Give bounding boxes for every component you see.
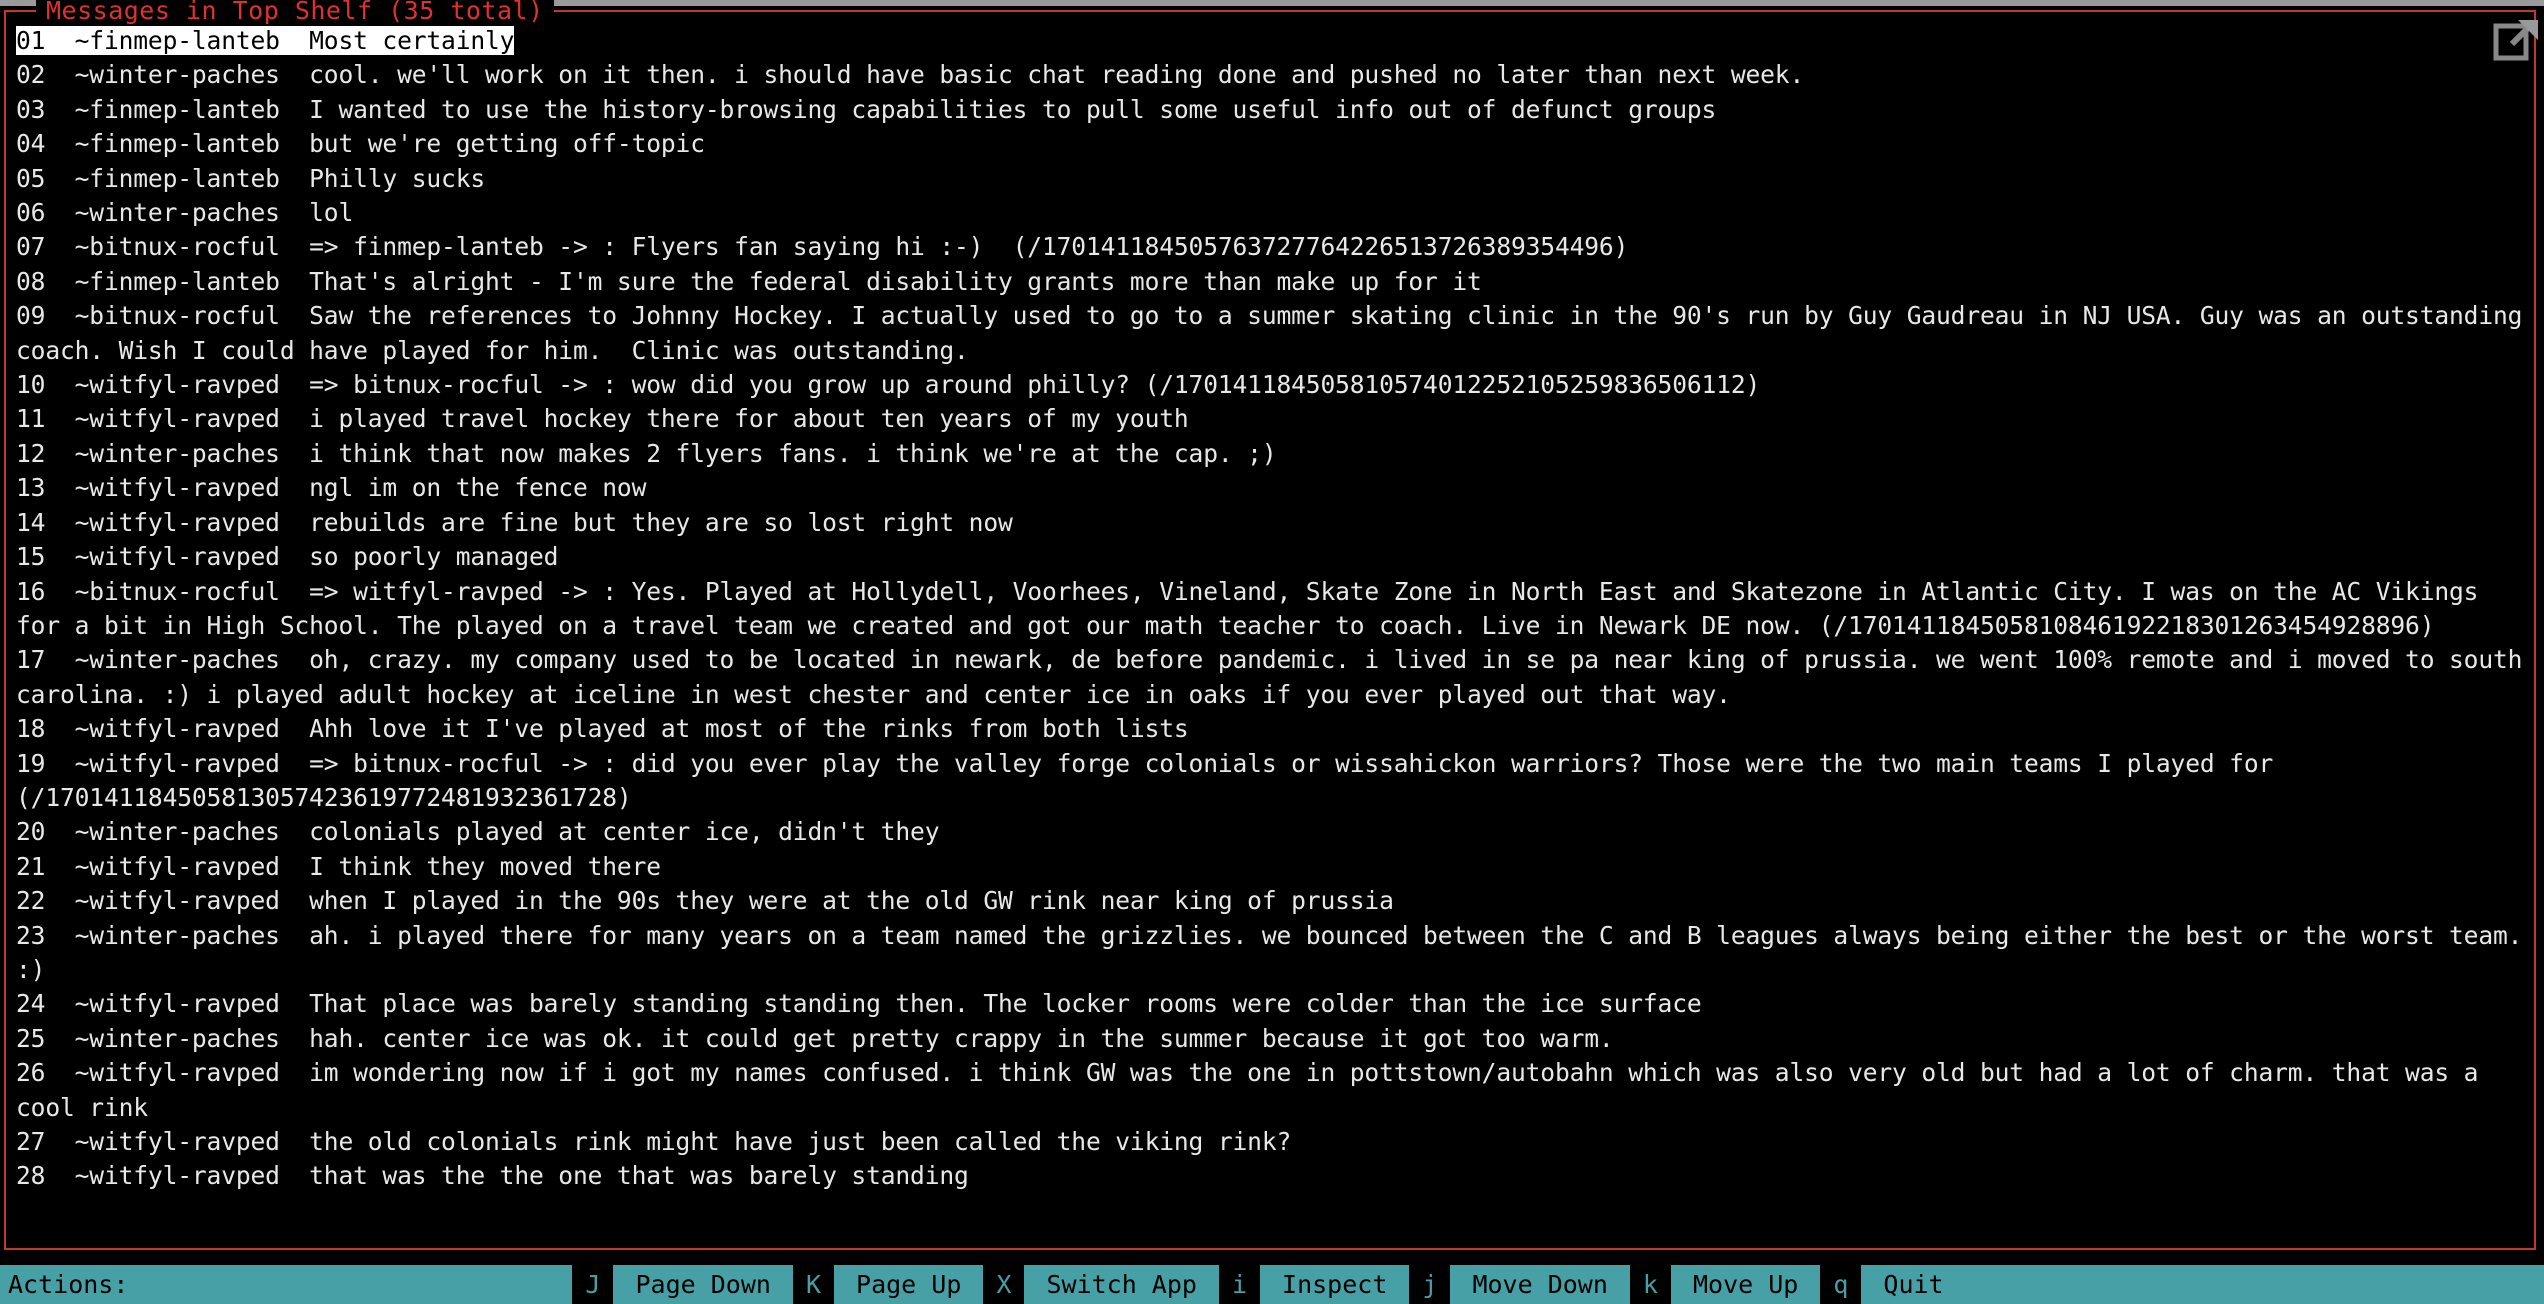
message-row[interactable]: 21 ~witfyl-ravped I think they moved the… [16, 850, 2526, 884]
message-row-content: 28 ~witfyl-ravped that was the the one t… [16, 1161, 969, 1191]
message-row[interactable]: 01 ~finmep-lanteb Most certainly [16, 24, 2526, 58]
action-label[interactable]: Page Up [834, 1265, 983, 1304]
message-row-content: 08 ~finmep-lanteb That's alright - I'm s… [16, 266, 1482, 296]
action-bar-spacer [140, 1265, 572, 1304]
message-row-content: 25 ~winter-paches hah. center ice was ok… [16, 1023, 1614, 1053]
message-row[interactable]: 28 ~witfyl-ravped that was the the one t… [16, 1159, 2526, 1193]
message-row-content: 23 ~winter-paches ah. i played there for… [16, 920, 2523, 984]
action-item-move-up[interactable]: k Move Up [1629, 1265, 1820, 1304]
message-row-content: 26 ~witfyl-ravped im wondering now if i … [16, 1058, 2493, 1122]
message-row[interactable]: 05 ~finmep-lanteb Philly sucks [16, 162, 2526, 196]
action-bar-tail [1966, 1265, 2544, 1304]
action-key[interactable]: K [792, 1265, 835, 1304]
message-row-content: 17 ~winter-paches oh, crazy. my company … [16, 645, 2523, 709]
message-row-content: 24 ~witfyl-ravped That place was barely … [16, 989, 1702, 1019]
action-items: J Page Down K Page Up X Switch App i Inspect j Mo… [572, 1265, 1965, 1304]
message-list[interactable]: 01 ~finmep-lanteb Most certainly 02 ~wint… [16, 24, 2526, 1244]
action-key[interactable]: j [1409, 1265, 1451, 1304]
action-label[interactable]: Move Down [1450, 1265, 1629, 1304]
message-row-content: 21 ~witfyl-ravped I think they moved the… [16, 851, 661, 881]
message-row-content: 18 ~witfyl-ravped Ahh love it I've playe… [16, 714, 1189, 744]
message-row[interactable]: 07 ~bitnux-rocful => finmep-lanteb -> : … [16, 230, 2526, 264]
message-row-content: 19 ~witfyl-ravped => bitnux-rocful -> : … [16, 748, 2288, 812]
message-row-content: 12 ~winter-paches i think that now makes… [16, 438, 1277, 468]
message-row[interactable]: 15 ~witfyl-ravped so poorly managed [16, 540, 2526, 574]
message-row-content: 03 ~finmep-lanteb I wanted to use the hi… [16, 94, 1717, 124]
action-key[interactable]: q [1820, 1265, 1862, 1304]
action-item-quit[interactable]: q Quit [1820, 1265, 1965, 1304]
expand-window-icon[interactable] [2488, 14, 2542, 64]
actions-label: Actions: [8, 1270, 129, 1299]
message-row-content: 01 ~finmep-lanteb Most certainly [16, 26, 515, 55]
message-row-content: 11 ~witfyl-ravped i played travel hockey… [16, 404, 1189, 434]
action-key[interactable]: i [1218, 1265, 1261, 1304]
message-row-content: 09 ~bitnux-rocful Saw the references to … [16, 301, 2523, 365]
message-row[interactable]: 25 ~winter-paches hah. center ice was ok… [16, 1022, 2526, 1056]
action-key[interactable]: X [983, 1265, 1025, 1304]
message-row[interactable]: 14 ~witfyl-ravped rebuilds are fine but … [16, 506, 2526, 540]
action-label[interactable]: Page Down [613, 1265, 792, 1304]
action-item-switch-app[interactable]: X Switch App [983, 1265, 1219, 1304]
action-item-page-down[interactable]: J Page Down [572, 1265, 793, 1304]
message-row[interactable]: 27 ~witfyl-ravped the old colonials rink… [16, 1125, 2526, 1159]
message-row-content: 27 ~witfyl-ravped the old colonials rink… [16, 1127, 1292, 1156]
action-label[interactable]: Switch App [1024, 1265, 1219, 1304]
message-row[interactable]: 23 ~winter-paches ah. i played there for… [16, 919, 2526, 988]
message-row-content: 04 ~finmep-lanteb but we're getting off-… [16, 129, 705, 159]
message-row-content: 02 ~winter-paches cool. we'll work on it… [16, 60, 1805, 90]
messages-panel: Messages in Top Shelf (35 total) 01 ~fin… [4, 0, 2536, 1250]
message-row-content: 10 ~witfyl-ravped => bitnux-rocful -> : … [16, 370, 1761, 400]
message-row-content: 15 ~witfyl-ravped so poorly managed [16, 542, 559, 572]
action-item-inspect[interactable]: i Inspect [1218, 1265, 1409, 1304]
message-row-content: 05 ~finmep-lanteb Philly sucks [16, 163, 486, 193]
message-row[interactable]: 16 ~bitnux-rocful => witfyl-ravped -> : … [16, 575, 2526, 644]
message-row[interactable]: 08 ~finmep-lanteb That's alright - I'm s… [16, 265, 2526, 299]
message-row[interactable]: 06 ~winter-paches lol [16, 196, 2526, 230]
action-label[interactable]: Move Up [1671, 1265, 1820, 1304]
message-row[interactable]: 26 ~witfyl-ravped im wondering now if i … [16, 1056, 2526, 1125]
message-row[interactable]: 10 ~witfyl-ravped => bitnux-rocful -> : … [16, 368, 2526, 402]
message-row-content: 13 ~witfyl-ravped ngl im on the fence no… [16, 473, 647, 503]
message-row[interactable]: 24 ~witfyl-ravped That place was barely … [16, 987, 2526, 1021]
message-row[interactable]: 04 ~finmep-lanteb but we're getting off-… [16, 127, 2526, 161]
message-row-content: 16 ~bitnux-rocful => witfyl-ravped -> : … [16, 576, 2493, 640]
action-label[interactable]: Inspect [1260, 1265, 1409, 1304]
message-row[interactable]: 20 ~winter-paches colonials played at ce… [16, 815, 2526, 849]
message-row-content: 22 ~witfyl-ravped when I played in the 9… [16, 886, 1394, 916]
message-row[interactable]: 17 ~winter-paches oh, crazy. my company … [16, 643, 2526, 712]
message-row[interactable]: 18 ~witfyl-ravped Ahh love it I've playe… [16, 712, 2526, 746]
action-bar: Actions: J Page Down K Page Up X Switch App i I… [0, 1265, 2544, 1304]
action-key[interactable]: k [1629, 1265, 1671, 1304]
message-row[interactable]: 03 ~finmep-lanteb I wanted to use the hi… [16, 93, 2526, 127]
panel-title: Messages in Top Shelf (35 total) [36, 0, 554, 26]
message-row[interactable]: 13 ~witfyl-ravped ngl im on the fence no… [16, 471, 2526, 505]
message-row[interactable]: 12 ~winter-paches i think that now makes… [16, 437, 2526, 471]
action-item-move-down[interactable]: j Move Down [1409, 1265, 1630, 1304]
message-row-content: 06 ~winter-paches lol [16, 198, 354, 228]
action-label[interactable]: Quit [1861, 1265, 1965, 1304]
message-row[interactable]: 02 ~winter-paches cool. we'll work on it… [16, 58, 2526, 92]
message-row-content: 14 ~witfyl-ravped rebuilds are fine but … [16, 507, 1013, 537]
message-row-content: 20 ~winter-paches colonials played at ce… [16, 817, 940, 847]
message-row-content: 07 ~bitnux-rocful => finmep-lanteb -> : … [16, 232, 1629, 262]
message-row[interactable]: 19 ~witfyl-ravped => bitnux-rocful -> : … [16, 747, 2526, 816]
message-row[interactable]: 22 ~witfyl-ravped when I played in the 9… [16, 884, 2526, 918]
message-row[interactable]: 09 ~bitnux-rocful Saw the references to … [16, 299, 2526, 368]
message-row[interactable]: 11 ~witfyl-ravped i played travel hockey… [16, 402, 2526, 436]
terminal-app: Messages in Top Shelf (35 total) 01 ~fin… [0, 0, 2544, 1304]
action-item-page-up[interactable]: K Page Up [792, 1265, 983, 1304]
action-key[interactable]: J [572, 1265, 614, 1304]
